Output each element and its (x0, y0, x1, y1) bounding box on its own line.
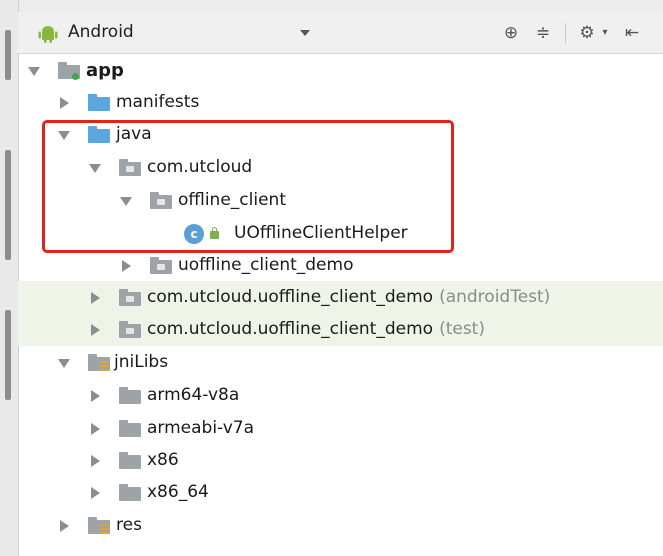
tree-node-x86-64[interactable]: x86_64 (18, 476, 663, 509)
project-toolbar: Android ⊕ ≑ ⚙ ▾ ⇤ (18, 12, 663, 54)
expand-arrow-icon[interactable] (58, 359, 70, 368)
target-icon[interactable]: ⊕ (500, 22, 522, 44)
side-tool-strip[interactable] (0, 0, 19, 556)
tree-node-jnilibs[interactable]: jniLibs (18, 346, 663, 379)
collapse-arrow-icon[interactable] (91, 292, 100, 304)
collapse-arrow-icon[interactable] (122, 260, 131, 272)
tree-node-label: uoffline_client_demo (178, 255, 354, 275)
folder-icon (88, 94, 110, 111)
source-set-suffix: (test) (439, 319, 485, 339)
package-icon (119, 321, 141, 338)
expand-arrow-icon[interactable] (28, 67, 40, 76)
collapse-all-icon[interactable]: ≑ (532, 22, 554, 44)
tree-node-arm64-v8a[interactable]: arm64-v8a (18, 379, 663, 412)
resource-folder-icon (88, 517, 110, 534)
highlight-annotation-box (42, 120, 454, 253)
folder-icon (119, 420, 141, 437)
collapse-arrow-icon[interactable] (91, 390, 100, 402)
tree-node-res[interactable]: res (18, 509, 663, 542)
collapse-arrow-icon[interactable] (91, 487, 100, 499)
package-name: com.utcloud.uoffline_client_demo (147, 319, 434, 339)
window-top-edge (0, 0, 663, 12)
tree-node-android-test-package[interactable]: com.utcloud.uoffline_client_demo (android… (18, 281, 663, 314)
tree-node-label: manifests (116, 92, 200, 112)
tree-node-manifests[interactable]: manifests (18, 86, 663, 119)
collapse-arrow-icon[interactable] (60, 520, 69, 532)
tool-window-tab[interactable] (5, 30, 11, 80)
module-folder-icon (58, 62, 80, 80)
view-selector[interactable]: Android (68, 22, 134, 42)
package-name: com.utcloud.uoffline_client_demo (147, 287, 434, 307)
folder-icon (119, 452, 141, 469)
tree-node-label: armeabi-v7a (147, 418, 255, 438)
package-icon (150, 257, 172, 274)
tree-node-label: jniLibs (114, 352, 169, 372)
tree-node-label: com.utcloud.uoffline_client_demo (android… (147, 287, 550, 307)
folder-icon (119, 484, 141, 501)
tree-node-label: com.utcloud.uoffline_client_demo (test) (147, 319, 485, 339)
collapse-arrow-icon[interactable] (60, 97, 69, 109)
tree-node-uoffline-client-demo[interactable]: uoffline_client_demo (18, 249, 663, 282)
tool-window-tab[interactable] (5, 310, 11, 400)
tree-node-armeabi-v7a[interactable]: armeabi-v7a (18, 412, 663, 445)
source-set-suffix: (androidTest) (439, 287, 551, 307)
folder-icon (119, 387, 141, 404)
toolbar-divider (565, 23, 566, 43)
tool-window-tab[interactable] (5, 150, 11, 260)
chevron-down-icon[interactable]: ▾ (594, 22, 616, 44)
package-icon (119, 289, 141, 306)
tree-node-app[interactable]: app (18, 54, 663, 87)
tree-node-test-package[interactable]: com.utcloud.uoffline_client_demo (test) (18, 313, 663, 346)
tree-node-label: res (116, 515, 142, 535)
tree-node-label: arm64-v8a (147, 385, 240, 405)
collapse-arrow-icon[interactable] (91, 423, 100, 435)
tree-node-label: x86 (147, 450, 179, 470)
chevron-down-icon[interactable] (300, 30, 310, 36)
tree-node-label: app (86, 60, 124, 81)
collapse-arrow-icon[interactable] (91, 324, 100, 336)
tree-node-label: x86_64 (147, 482, 209, 502)
resource-folder-icon (88, 354, 110, 371)
tree-node-x86[interactable]: x86 (18, 444, 663, 477)
android-icon (38, 26, 58, 43)
hide-panel-icon[interactable]: ⇤ (621, 22, 643, 44)
collapse-arrow-icon[interactable] (91, 455, 100, 467)
